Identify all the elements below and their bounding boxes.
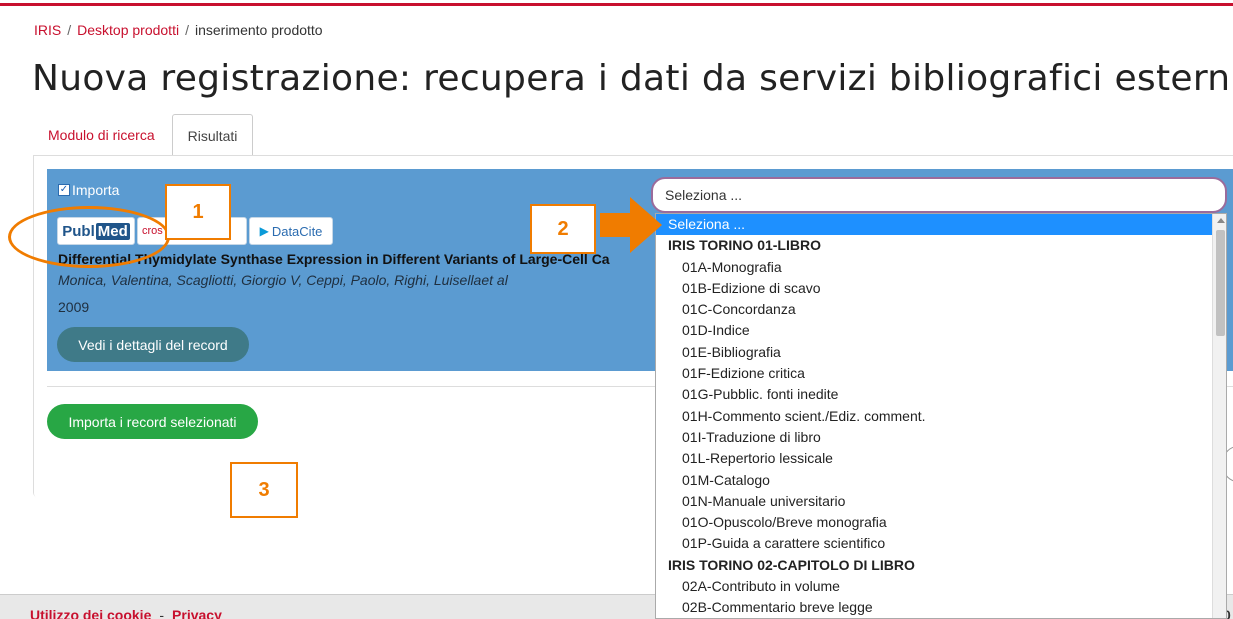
dropdown-option[interactable]: 02B-Commentario breve legge (656, 597, 1212, 618)
typology-dropdown[interactable]: Seleziona ... IRIS TORINO 01-LIBRO 01A-Mon… (655, 213, 1227, 619)
dropdown-option[interactable]: 01P-Guida a carattere scientifico (656, 533, 1212, 554)
dropdown-group-header: IRIS TORINO 01-LIBRO (668, 237, 821, 254)
footer-separator: - (159, 607, 165, 619)
page-title: Nuova registrazione: recupera i dati da … (32, 58, 1233, 99)
footer-privacy-link[interactable]: Privacy (172, 607, 222, 619)
dropdown-option[interactable]: 01B-Edizione di scavo (656, 278, 1212, 299)
typology-select[interactable]: Seleziona ... (651, 177, 1227, 213)
breadcrumb-separator: / (67, 22, 72, 38)
dropdown-option[interactable]: 01M-Catalogo (656, 470, 1212, 491)
tab-search-form[interactable]: Modulo di ricerca (33, 114, 170, 156)
dropdown-scrollbar[interactable] (1212, 214, 1226, 618)
annotation-arrow-icon (600, 197, 662, 253)
dropdown-group-header: IRIS TORINO 02-CAPITOLO DI LIBRO (668, 556, 915, 573)
import-selected-button[interactable]: Importa i record selezionati (47, 404, 258, 439)
datacite-logo-text: DataCite (271, 223, 323, 239)
breadcrumb-home-link[interactable]: IRIS (34, 22, 61, 38)
import-label: Importa (72, 182, 120, 198)
annotation-marker-3: 3 (230, 462, 298, 518)
import-checkbox[interactable]: ✓ (58, 184, 70, 196)
typology-select-value: Seleziona ... (665, 187, 743, 203)
dropdown-option[interactable]: 01O-Opuscolo/Breve monografia (656, 512, 1212, 533)
breadcrumb-desktop-link[interactable]: Desktop prodotti (77, 22, 179, 38)
dropdown-option[interactable]: 01N-Manuale universitario (656, 491, 1212, 512)
breadcrumb-separator: / (185, 22, 189, 38)
annotation-ellipse (8, 206, 170, 268)
breadcrumb: IRIS / Desktop prodotti / inserimento prodot… (34, 22, 323, 38)
datacite-icon: ▶ (259, 224, 269, 238)
breadcrumb-current: inserimento prodotto (194, 22, 323, 38)
dropdown-option[interactable]: 01G-Pubblic. fonti inedite (656, 384, 1212, 405)
dropdown-option[interactable]: 01H-Commento scient./Ediz. comment. (656, 406, 1212, 427)
dropdown-option[interactable]: 01I-Traduzione di libro (656, 427, 1212, 448)
tab-results[interactable]: Risultati (171, 114, 254, 156)
record-year: 2009 (58, 299, 90, 315)
datacite-badge[interactable]: ▶ DataCite (249, 217, 333, 245)
dropdown-option[interactable]: 02A-Contributo in volume (656, 576, 1212, 597)
dropdown-options-list: Seleziona ... IRIS TORINO 01-LIBRO 01A-Mon… (656, 214, 1212, 618)
scrollbar-thumb[interactable] (1216, 230, 1225, 336)
dropdown-option[interactable]: 01F-Edizione critica (656, 363, 1212, 384)
dropdown-option[interactable]: Seleziona ... (656, 214, 1212, 236)
annotation-marker-2: 2 (530, 204, 596, 254)
dropdown-option[interactable]: 01E-Bibliografia (656, 342, 1212, 363)
footer-links: Utilizzo dei cookie - Privacy (30, 607, 222, 619)
dropdown-option[interactable]: 01L-Repertorio lessicale (656, 448, 1212, 469)
dropdown-option[interactable]: 01D-Indice (656, 320, 1212, 341)
dropdown-option[interactable]: 01C-Concordanza (656, 299, 1212, 320)
annotation-marker-1: 1 (165, 184, 231, 240)
import-checkbox-label[interactable]: ✓ Importa (58, 182, 119, 198)
footer-cookie-link[interactable]: Utilizzo dei cookie (30, 607, 151, 619)
record-details-button[interactable]: Vedi i dettagli del record (57, 327, 249, 362)
record-authors: Monica, Valentina, Scagliotti, Giorgio V… (58, 272, 508, 288)
dropdown-option[interactable]: 01A-Monografia (656, 257, 1212, 278)
scroll-up-arrow-icon[interactable] (1217, 218, 1225, 223)
tab-bar: Modulo di ricerca Risultati (33, 114, 254, 156)
